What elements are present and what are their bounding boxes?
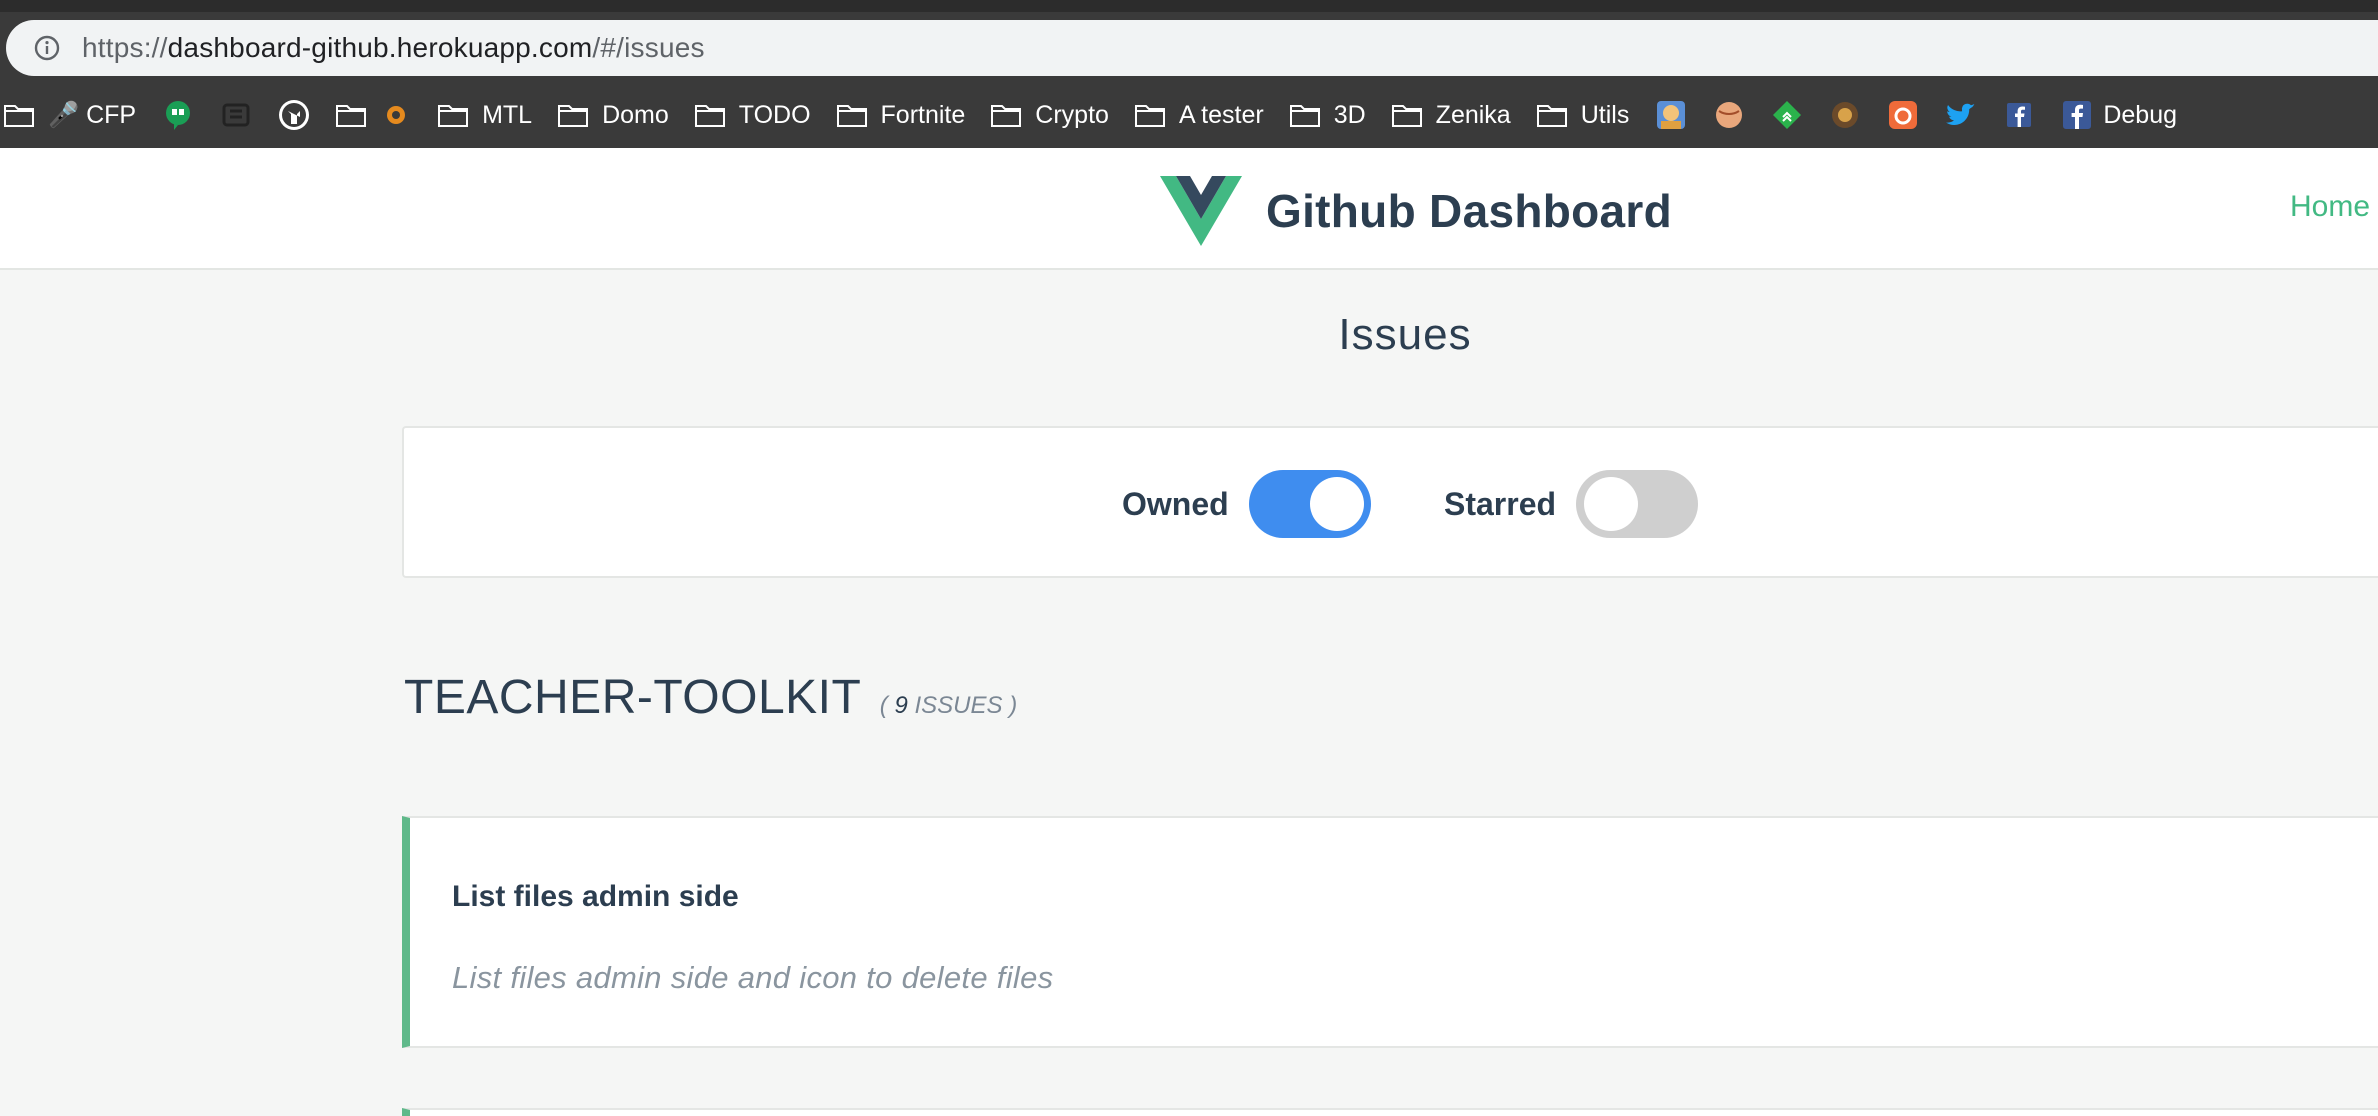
owned-toggle-group[interactable]: Owned [1122, 470, 1371, 538]
bookmark-label: Domo [602, 100, 669, 129]
bookmark-folder-3d[interactable]: 3D [1289, 93, 1366, 137]
repo-heading: TEACHER-TOOLKIT ( 9 ISSUES ) [404, 670, 1017, 725]
issue-body: List files admin side and icon to delete… [452, 960, 1054, 995]
url-host: dashboard-github.herokuapp.com [167, 32, 593, 63]
count-number: 9 [894, 692, 908, 719]
bookmark-folder-cfp[interactable]: 🎤 CFP [4, 93, 136, 137]
bookmark-avatar-site[interactable] [1655, 93, 1687, 137]
folder-icon [4, 105, 34, 127]
bookmark-label: Utils [1580, 100, 1630, 129]
filter-panel: Owned Starred [402, 426, 2378, 578]
bookmark-folder-utils[interactable]: Utils [1536, 93, 1630, 137]
folder-icon [336, 105, 367, 127]
bookmark-label: Zenika [1435, 100, 1511, 129]
repo-issue-count: ( 9 ISSUES ) [880, 692, 1017, 719]
folder-icon [836, 105, 867, 127]
github-icon [279, 100, 310, 130]
folder-icon [1134, 105, 1165, 127]
bookmark-label: A tester [1178, 100, 1264, 129]
page-title: Issues [1338, 310, 1472, 359]
info-icon[interactable] [34, 35, 60, 61]
folder-icon [1289, 105, 1320, 127]
bookmark-feedly[interactable] [1771, 93, 1803, 137]
dark-logo-icon [222, 103, 250, 127]
starred-toggle-group[interactable]: Starred [1444, 470, 1699, 538]
bookmark-label: MTL [482, 100, 533, 129]
folder-icon [558, 105, 589, 127]
count-open: ( [879, 692, 895, 719]
bookmark-label: Fortnite [880, 100, 966, 129]
bookmark-label: TODO [738, 100, 811, 129]
orange-circle-icon [387, 106, 406, 124]
url-path: /#/issues [592, 32, 705, 63]
twitter-icon [1946, 103, 1976, 125]
bookmark-folder-todo[interactable]: TODO [694, 93, 811, 137]
folder-icon [438, 105, 469, 127]
owned-toggle-label: Owned [1122, 485, 1229, 522]
bookmark-facebook-debug[interactable]: Debug [2061, 93, 2177, 137]
browser-address-bar: https://dashboard-github.herokuapp.com/#… [0, 12, 2378, 82]
url-scheme: https:// [82, 32, 168, 63]
nav-home-link[interactable]: Home [2290, 190, 2370, 224]
bookmark-hangouts[interactable] [162, 93, 194, 137]
bookmark-badge-site[interactable] [1829, 93, 1861, 137]
bookmark-label: Debug [2103, 100, 2177, 129]
bookmark-folder-domo[interactable]: Domo [558, 93, 669, 137]
bookmark-dark-site[interactable] [220, 93, 252, 137]
toggle-knob [1309, 477, 1364, 531]
hangouts-icon [166, 101, 191, 130]
brand[interactable]: Github Dashboard [1160, 176, 1672, 246]
bookmark-facebook-1[interactable] [2003, 93, 2035, 137]
bookmark-github[interactable] [278, 93, 310, 137]
repo-name[interactable]: TEACHER-TOOLKIT [404, 671, 861, 724]
url-omnibox[interactable]: https://dashboard-github.herokuapp.com/#… [6, 20, 2378, 76]
bookmark-ball-site[interactable] [1713, 93, 1745, 137]
app-header: Github Dashboard Home [0, 148, 2378, 270]
folder-icon [694, 105, 725, 127]
facebook-icon [2007, 103, 2032, 127]
issue-card[interactable]: List files admin side List files admin s… [402, 816, 2378, 1048]
app-title: Github Dashboard [1266, 185, 1673, 237]
bookmark-folder-zenika[interactable]: Zenika [1391, 93, 1511, 137]
folder-icon [1536, 105, 1567, 127]
bookmark-label: 🎤 CFP [48, 100, 137, 129]
bookmark-twitter[interactable] [1945, 93, 1977, 137]
issue-title[interactable]: List files admin side [452, 880, 739, 914]
bookmark-label: 3D [1333, 100, 1366, 129]
bookmarks-bar: 🎤 CFP MTL Domo TODO Fortnite Crypto A te… [0, 82, 2378, 148]
feedly-icon [1773, 101, 1802, 129]
avatar-favicon-icon [1657, 101, 1686, 129]
bookmark-label: Crypto [1035, 100, 1109, 129]
toggle-knob [1584, 477, 1639, 531]
issue-card-next[interactable] [402, 1108, 2378, 1116]
folder-icon [1391, 105, 1422, 127]
ball-icon [1716, 102, 1743, 128]
browser-top-strip [0, 0, 2378, 12]
bookmark-folder-mtl[interactable]: MTL [438, 93, 532, 137]
count-suffix: ISSUES ) [907, 692, 1018, 719]
bookmark-folder-crypto[interactable]: Crypto [991, 93, 1109, 137]
starred-toggle-label: Starred [1444, 485, 1557, 522]
bookmark-orange-site[interactable] [1887, 93, 1919, 137]
orange-cloud-icon [1889, 101, 1918, 129]
bookmark-folder-a-tester[interactable]: A tester [1134, 93, 1264, 137]
folder-icon [991, 105, 1022, 127]
bookmark-folder-unnamed[interactable] [336, 93, 412, 137]
owned-toggle-switch[interactable] [1248, 470, 1371, 538]
url-text[interactable]: https://dashboard-github.herokuapp.com/#… [82, 32, 705, 64]
vue-logo-icon [1160, 176, 1242, 246]
bookmark-folder-fortnite[interactable]: Fortnite [836, 93, 966, 137]
badge-icon [1832, 102, 1859, 128]
starred-toggle-switch[interactable] [1576, 470, 1699, 538]
facebook-icon [2063, 101, 2092, 129]
